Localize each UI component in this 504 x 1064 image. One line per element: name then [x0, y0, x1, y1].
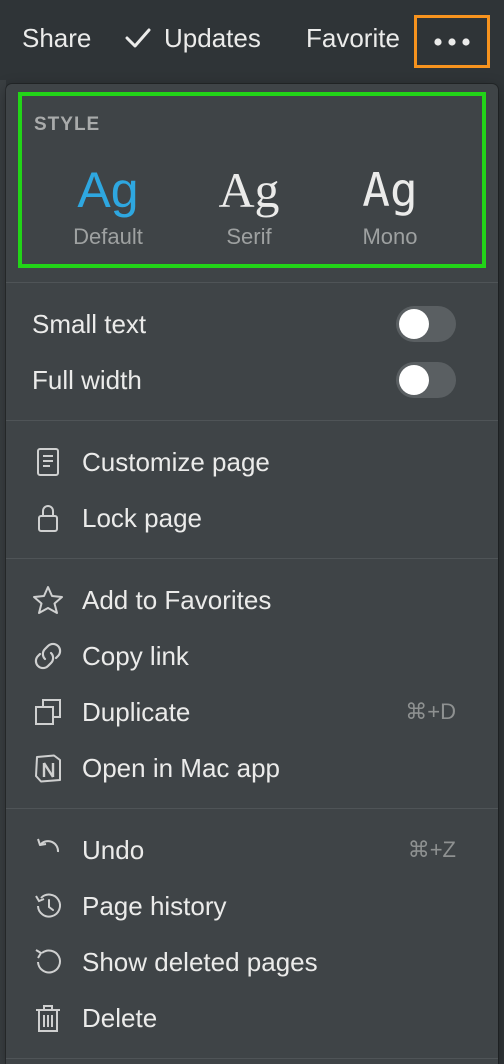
style-caption: Serif: [226, 224, 272, 249]
full-width-toggle[interactable]: [396, 362, 456, 398]
menu-item-label: Open in Mac app: [82, 753, 281, 783]
page-history-item[interactable]: Page history: [6, 880, 498, 932]
style-caption: Mono: [362, 224, 418, 249]
updates-button[interactable]: Updates: [124, 18, 261, 58]
menu-item-label: Customize page: [82, 447, 270, 477]
lock-page-item[interactable]: Lock page: [6, 492, 498, 544]
divider: [6, 420, 498, 421]
top-bar: Share Updates Favorite: [0, 0, 504, 80]
menu-item-label: Page history: [82, 891, 227, 921]
add-to-favorites-item[interactable]: Add to Favorites: [6, 574, 498, 626]
divider: [6, 1058, 498, 1059]
style-glyph: Ag: [218, 162, 280, 218]
duplicate-icon: [32, 696, 64, 728]
link-icon: [32, 640, 64, 672]
undo-item[interactable]: Undo ⌘+Z: [6, 824, 498, 876]
menu-item-label: Show deleted pages: [82, 947, 318, 977]
more-dots-icon: [432, 37, 472, 47]
full-width-toggle-row[interactable]: Full width: [6, 354, 498, 406]
history-icon: [32, 890, 64, 922]
checkmark-icon: [124, 26, 152, 50]
star-icon: [32, 584, 64, 616]
small-text-label: Small text: [32, 309, 147, 339]
menu-item-label: Lock page: [82, 503, 202, 533]
shortcut-hint: ⌘+D: [405, 699, 456, 724]
page-options-menu: STYLE Ag Default Ag Serif Ag Mono Small …: [6, 84, 498, 1064]
customize-page-item[interactable]: Customize page: [6, 436, 498, 488]
share-button[interactable]: Share: [22, 18, 91, 58]
full-width-label: Full width: [32, 365, 142, 395]
delete-item[interactable]: Delete: [6, 992, 498, 1044]
copy-link-item[interactable]: Copy link: [6, 630, 498, 682]
style-section: STYLE Ag Default Ag Serif Ag Mono: [18, 92, 486, 268]
divider: [6, 282, 498, 283]
style-glyph: Ag: [77, 162, 139, 218]
restore-icon: [32, 946, 64, 978]
updates-label: Updates: [164, 23, 261, 53]
menu-item-label: Copy link: [82, 641, 189, 671]
duplicate-item[interactable]: Duplicate ⌘+D: [6, 686, 498, 738]
lock-icon: [32, 502, 64, 534]
style-glyph: Ag: [362, 163, 418, 217]
more-options-button[interactable]: [414, 15, 490, 68]
divider: [6, 558, 498, 559]
menu-item-label: Delete: [82, 1003, 158, 1033]
menu-item-label: Duplicate: [82, 697, 191, 727]
style-option-mono[interactable]: Ag Mono: [320, 160, 460, 250]
divider: [6, 808, 498, 809]
style-option-serif[interactable]: Ag Serif: [179, 160, 319, 250]
toggle-knob: [399, 309, 429, 339]
show-deleted-pages-item[interactable]: Show deleted pages: [6, 936, 498, 988]
toggle-knob: [399, 365, 429, 395]
undo-icon: [32, 834, 64, 866]
small-text-toggle[interactable]: [396, 306, 456, 342]
menu-item-label: Undo: [82, 835, 145, 865]
notion-icon: [32, 752, 64, 784]
style-heading: STYLE: [34, 114, 101, 135]
favorite-button[interactable]: Favorite: [306, 18, 400, 58]
document-icon: [32, 446, 64, 478]
small-text-toggle-row[interactable]: Small text: [6, 298, 498, 350]
style-caption: Default: [73, 224, 143, 249]
style-option-default[interactable]: Ag Default: [38, 160, 178, 250]
trash-icon: [32, 1002, 64, 1034]
menu-item-label: Add to Favorites: [82, 585, 272, 615]
open-in-mac-app-item[interactable]: Open in Mac app: [6, 742, 498, 794]
shortcut-hint: ⌘+Z: [407, 837, 456, 862]
